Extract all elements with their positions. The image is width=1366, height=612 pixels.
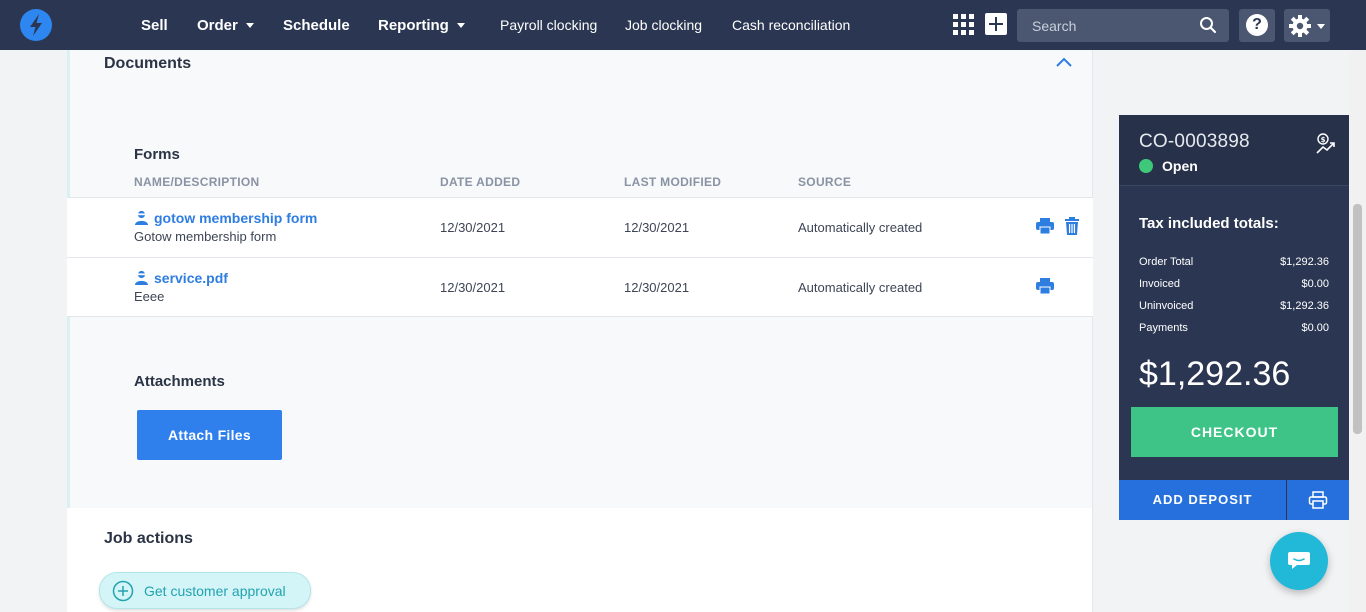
- chat-support-button[interactable]: [1270, 532, 1328, 590]
- nav-order-label: Order: [197, 17, 238, 34]
- date-added-cell: 12/30/2021: [440, 220, 506, 235]
- totals-label: Order Total: [1139, 256, 1194, 268]
- attachments-label: Attachments: [134, 373, 225, 390]
- help-button[interactable]: ?: [1239, 9, 1275, 42]
- chevron-down-icon: [1317, 24, 1325, 29]
- document-description: Gotow membership form: [134, 229, 277, 244]
- status-indicator-icon: [1139, 159, 1153, 173]
- order-status: Open: [1162, 158, 1198, 174]
- table-row: gotow membership form Gotow membership f…: [67, 197, 1093, 257]
- nav-cash-reconciliation-label: Cash reconciliation: [732, 17, 851, 33]
- totals-value: $0.00: [1301, 322, 1329, 334]
- totals-label: Invoiced: [1139, 278, 1180, 290]
- search-box: [1017, 9, 1229, 42]
- documents-title: Documents: [104, 55, 192, 72]
- nav-order[interactable]: Order: [197, 0, 254, 50]
- totals-label: Payments: [1139, 322, 1188, 334]
- last-modified-cell: 12/30/2021: [624, 280, 690, 295]
- nav-cash-reconciliation[interactable]: Cash reconciliation: [732, 0, 850, 50]
- search-input[interactable]: [1017, 9, 1197, 42]
- app-logo-icon[interactable]: [20, 9, 52, 41]
- source-cell: Automatically created: [798, 220, 923, 235]
- job-actions-title: Job actions: [104, 530, 193, 547]
- order-id: CO-0003898: [1139, 131, 1250, 152]
- source-cell: Automatically created: [798, 280, 923, 295]
- apps-grid-icon[interactable]: [953, 14, 974, 35]
- nav-reporting-label: Reporting: [378, 17, 449, 34]
- user-icon: [135, 210, 148, 225]
- nav-sell-label: Sell: [141, 17, 168, 34]
- nav-payroll-clocking-label: Payroll clocking: [500, 17, 598, 33]
- nav-schedule-label: Schedule: [283, 17, 350, 34]
- forms-label: Forms: [134, 146, 180, 163]
- sales-trend-icon[interactable]: $: [1315, 133, 1337, 155]
- get-customer-approval-button[interactable]: Get customer approval: [99, 572, 311, 609]
- column-header-name: NAME/DESCRIPTION: [134, 175, 260, 189]
- job-actions-card: Job actions Get customer approval: [67, 508, 1093, 612]
- totals-value: $0.00: [1301, 278, 1329, 290]
- totals-value: $1,292.36: [1280, 300, 1329, 312]
- order-grand-total: $1,292.36: [1139, 355, 1291, 393]
- nav-job-clocking[interactable]: Job clocking: [625, 0, 702, 50]
- document-link[interactable]: service.pdf: [134, 270, 228, 286]
- scrollbar-thumb[interactable]: [1353, 204, 1362, 434]
- page-scrollbar[interactable]: [1349, 50, 1366, 612]
- last-modified-cell: 12/30/2021: [624, 220, 690, 235]
- order-header: CO-0003898 Open $: [1119, 115, 1349, 186]
- chat-icon: [1288, 552, 1310, 569]
- order-summary-panel: CO-0003898 Open $ Tax included totals: O…: [1119, 115, 1349, 520]
- column-header-source: SOURCE: [798, 175, 852, 189]
- nav-payroll-clocking[interactable]: Payroll clocking: [500, 0, 597, 50]
- settings-button[interactable]: [1284, 9, 1330, 42]
- print-icon[interactable]: [1035, 276, 1055, 296]
- nav-job-clocking-label: Job clocking: [625, 17, 703, 33]
- documents-card: Documents Forms NAME/DESCRIPTION DATE AD…: [67, 50, 1093, 508]
- print-icon[interactable]: [1035, 216, 1055, 236]
- print-order-button[interactable]: [1287, 480, 1349, 520]
- document-description: Eeee: [134, 289, 165, 304]
- add-new-icon[interactable]: [985, 13, 1007, 35]
- table-row: service.pdf Eeee 12/30/2021 12/30/2021 A…: [67, 257, 1093, 317]
- chevron-down-icon: [245, 22, 254, 28]
- user-icon: [135, 270, 148, 285]
- totals-title: Tax included totals:: [1139, 215, 1279, 232]
- chevron-up-icon[interactable]: [1054, 54, 1074, 70]
- add-circle-icon: [112, 580, 134, 602]
- approval-button-label: Get customer approval: [144, 583, 286, 599]
- add-deposit-button[interactable]: ADD DEPOSIT: [1119, 480, 1286, 520]
- nav-reporting[interactable]: Reporting: [378, 0, 465, 50]
- help-icon: ?: [1246, 14, 1268, 36]
- totals-value: $1,292.36: [1280, 256, 1329, 268]
- nav-sell[interactable]: Sell: [141, 0, 168, 50]
- checkout-button[interactable]: CHECKOUT: [1131, 407, 1338, 457]
- chevron-down-icon: [456, 22, 465, 28]
- gear-icon: [1289, 15, 1311, 37]
- date-added-cell: 12/30/2021: [440, 280, 506, 295]
- attach-files-button[interactable]: Attach Files: [137, 410, 282, 460]
- search-icon[interactable]: [1199, 16, 1217, 34]
- trash-icon[interactable]: [1062, 216, 1082, 236]
- column-header-last-modified: LAST MODIFIED: [624, 175, 722, 189]
- printer-icon: [1308, 491, 1328, 509]
- document-link[interactable]: gotow membership form: [134, 210, 317, 226]
- document-name: service.pdf: [154, 270, 228, 286]
- top-nav-bar: Sell Order Schedule Reporting Payroll cl…: [0, 0, 1366, 50]
- totals-label: Uninvoiced: [1139, 300, 1194, 312]
- svg-text:$: $: [1321, 136, 1326, 144]
- nav-schedule[interactable]: Schedule: [283, 0, 350, 50]
- document-name: gotow membership form: [154, 210, 318, 226]
- column-header-date-added: DATE ADDED: [440, 175, 521, 189]
